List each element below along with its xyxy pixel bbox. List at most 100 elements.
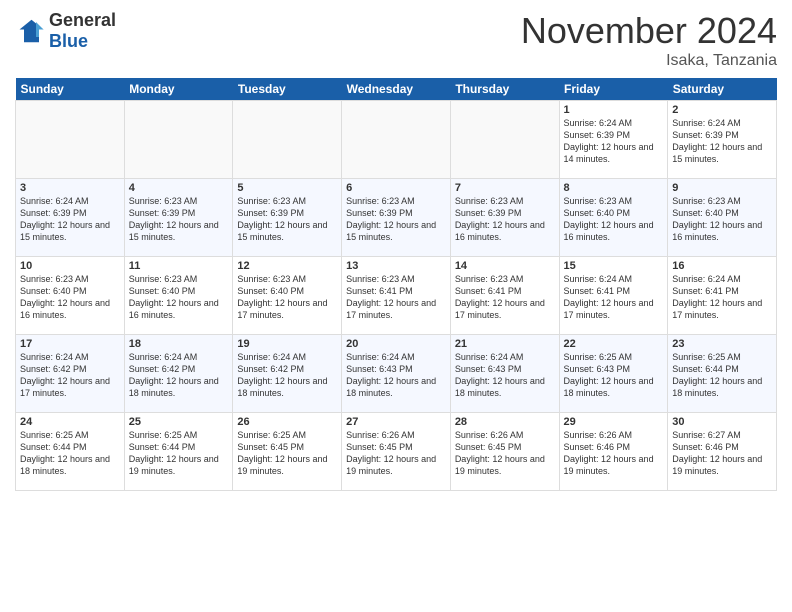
day-info: Sunrise: 6:24 AM Sunset: 6:39 PM Dayligh… <box>564 117 664 166</box>
table-cell: 13Sunrise: 6:23 AM Sunset: 6:41 PM Dayli… <box>342 257 451 335</box>
day-info: Sunrise: 6:25 AM Sunset: 6:44 PM Dayligh… <box>672 351 772 400</box>
day-info: Sunrise: 6:26 AM Sunset: 6:45 PM Dayligh… <box>346 429 446 478</box>
day-info: Sunrise: 6:24 AM Sunset: 6:39 PM Dayligh… <box>672 117 772 166</box>
col-sunday: Sunday <box>16 78 125 101</box>
table-cell: 14Sunrise: 6:23 AM Sunset: 6:41 PM Dayli… <box>450 257 559 335</box>
table-cell: 27Sunrise: 6:26 AM Sunset: 6:45 PM Dayli… <box>342 413 451 491</box>
day-number: 20 <box>346 338 446 350</box>
day-number: 7 <box>455 182 555 194</box>
table-cell: 29Sunrise: 6:26 AM Sunset: 6:46 PM Dayli… <box>559 413 668 491</box>
table-cell: 3Sunrise: 6:24 AM Sunset: 6:39 PM Daylig… <box>16 179 125 257</box>
day-number: 4 <box>129 182 229 194</box>
table-cell: 26Sunrise: 6:25 AM Sunset: 6:45 PM Dayli… <box>233 413 342 491</box>
week-row-2: 3Sunrise: 6:24 AM Sunset: 6:39 PM Daylig… <box>16 179 777 257</box>
table-cell: 30Sunrise: 6:27 AM Sunset: 6:46 PM Dayli… <box>668 413 777 491</box>
day-info: Sunrise: 6:23 AM Sunset: 6:39 PM Dayligh… <box>455 195 555 244</box>
logo-general-text: General <box>49 10 116 31</box>
day-number: 18 <box>129 338 229 350</box>
day-info: Sunrise: 6:25 AM Sunset: 6:45 PM Dayligh… <box>237 429 337 478</box>
table-cell: 28Sunrise: 6:26 AM Sunset: 6:45 PM Dayli… <box>450 413 559 491</box>
table-cell: 5Sunrise: 6:23 AM Sunset: 6:39 PM Daylig… <box>233 179 342 257</box>
table-cell: 15Sunrise: 6:24 AM Sunset: 6:41 PM Dayli… <box>559 257 668 335</box>
location: Isaka, Tanzania <box>521 52 777 70</box>
logo-icon <box>15 16 45 46</box>
week-row-3: 10Sunrise: 6:23 AM Sunset: 6:40 PM Dayli… <box>16 257 777 335</box>
day-info: Sunrise: 6:23 AM Sunset: 6:39 PM Dayligh… <box>346 195 446 244</box>
table-cell <box>342 101 451 179</box>
day-info: Sunrise: 6:23 AM Sunset: 6:40 PM Dayligh… <box>237 273 337 322</box>
day-info: Sunrise: 6:23 AM Sunset: 6:40 PM Dayligh… <box>564 195 664 244</box>
logo-blue-text: Blue <box>49 31 116 52</box>
col-wednesday: Wednesday <box>342 78 451 101</box>
table-cell: 9Sunrise: 6:23 AM Sunset: 6:40 PM Daylig… <box>668 179 777 257</box>
table-cell: 2Sunrise: 6:24 AM Sunset: 6:39 PM Daylig… <box>668 101 777 179</box>
table-cell: 25Sunrise: 6:25 AM Sunset: 6:44 PM Dayli… <box>124 413 233 491</box>
day-number: 5 <box>237 182 337 194</box>
logo: General Blue <box>15 10 116 52</box>
calendar-table: Sunday Monday Tuesday Wednesday Thursday… <box>15 78 777 491</box>
table-cell <box>124 101 233 179</box>
table-cell: 4Sunrise: 6:23 AM Sunset: 6:39 PM Daylig… <box>124 179 233 257</box>
day-info: Sunrise: 6:23 AM Sunset: 6:40 PM Dayligh… <box>20 273 120 322</box>
day-info: Sunrise: 6:25 AM Sunset: 6:44 PM Dayligh… <box>20 429 120 478</box>
day-number: 17 <box>20 338 120 350</box>
day-number: 3 <box>20 182 120 194</box>
day-number: 10 <box>20 260 120 272</box>
week-row-5: 24Sunrise: 6:25 AM Sunset: 6:44 PM Dayli… <box>16 413 777 491</box>
day-info: Sunrise: 6:25 AM Sunset: 6:43 PM Dayligh… <box>564 351 664 400</box>
day-number: 1 <box>564 104 664 116</box>
table-cell <box>16 101 125 179</box>
table-cell: 24Sunrise: 6:25 AM Sunset: 6:44 PM Dayli… <box>16 413 125 491</box>
day-info: Sunrise: 6:24 AM Sunset: 6:39 PM Dayligh… <box>20 195 120 244</box>
table-cell: 18Sunrise: 6:24 AM Sunset: 6:42 PM Dayli… <box>124 335 233 413</box>
day-number: 15 <box>564 260 664 272</box>
day-number: 14 <box>455 260 555 272</box>
week-row-1: 1Sunrise: 6:24 AM Sunset: 6:39 PM Daylig… <box>16 101 777 179</box>
col-saturday: Saturday <box>668 78 777 101</box>
table-cell: 6Sunrise: 6:23 AM Sunset: 6:39 PM Daylig… <box>342 179 451 257</box>
table-cell: 21Sunrise: 6:24 AM Sunset: 6:43 PM Dayli… <box>450 335 559 413</box>
table-cell: 19Sunrise: 6:24 AM Sunset: 6:42 PM Dayli… <box>233 335 342 413</box>
day-number: 9 <box>672 182 772 194</box>
day-info: Sunrise: 6:24 AM Sunset: 6:42 PM Dayligh… <box>237 351 337 400</box>
day-number: 19 <box>237 338 337 350</box>
title-block: November 2024 Isaka, Tanzania <box>521 10 777 70</box>
day-info: Sunrise: 6:23 AM Sunset: 6:40 PM Dayligh… <box>129 273 229 322</box>
day-number: 12 <box>237 260 337 272</box>
day-number: 16 <box>672 260 772 272</box>
week-row-4: 17Sunrise: 6:24 AM Sunset: 6:42 PM Dayli… <box>16 335 777 413</box>
header: General Blue November 2024 Isaka, Tanzan… <box>15 10 777 70</box>
day-number: 13 <box>346 260 446 272</box>
day-number: 26 <box>237 416 337 428</box>
day-info: Sunrise: 6:26 AM Sunset: 6:46 PM Dayligh… <box>564 429 664 478</box>
table-cell: 16Sunrise: 6:24 AM Sunset: 6:41 PM Dayli… <box>668 257 777 335</box>
table-cell <box>233 101 342 179</box>
day-info: Sunrise: 6:24 AM Sunset: 6:42 PM Dayligh… <box>20 351 120 400</box>
table-cell: 1Sunrise: 6:24 AM Sunset: 6:39 PM Daylig… <box>559 101 668 179</box>
table-cell: 7Sunrise: 6:23 AM Sunset: 6:39 PM Daylig… <box>450 179 559 257</box>
day-info: Sunrise: 6:23 AM Sunset: 6:41 PM Dayligh… <box>455 273 555 322</box>
day-info: Sunrise: 6:23 AM Sunset: 6:41 PM Dayligh… <box>346 273 446 322</box>
day-number: 8 <box>564 182 664 194</box>
day-info: Sunrise: 6:24 AM Sunset: 6:43 PM Dayligh… <box>346 351 446 400</box>
day-info: Sunrise: 6:24 AM Sunset: 6:41 PM Dayligh… <box>672 273 772 322</box>
day-number: 23 <box>672 338 772 350</box>
table-cell: 8Sunrise: 6:23 AM Sunset: 6:40 PM Daylig… <box>559 179 668 257</box>
day-info: Sunrise: 6:23 AM Sunset: 6:39 PM Dayligh… <box>129 195 229 244</box>
day-number: 30 <box>672 416 772 428</box>
day-info: Sunrise: 6:27 AM Sunset: 6:46 PM Dayligh… <box>672 429 772 478</box>
table-cell: 23Sunrise: 6:25 AM Sunset: 6:44 PM Dayli… <box>668 335 777 413</box>
day-info: Sunrise: 6:24 AM Sunset: 6:42 PM Dayligh… <box>129 351 229 400</box>
day-info: Sunrise: 6:23 AM Sunset: 6:40 PM Dayligh… <box>672 195 772 244</box>
table-cell: 11Sunrise: 6:23 AM Sunset: 6:40 PM Dayli… <box>124 257 233 335</box>
day-number: 25 <box>129 416 229 428</box>
page: General Blue November 2024 Isaka, Tanzan… <box>0 0 792 612</box>
table-cell: 10Sunrise: 6:23 AM Sunset: 6:40 PM Dayli… <box>16 257 125 335</box>
day-number: 24 <box>20 416 120 428</box>
day-number: 27 <box>346 416 446 428</box>
day-number: 2 <box>672 104 772 116</box>
day-number: 11 <box>129 260 229 272</box>
month-title: November 2024 <box>521 10 777 52</box>
table-cell <box>450 101 559 179</box>
day-info: Sunrise: 6:24 AM Sunset: 6:43 PM Dayligh… <box>455 351 555 400</box>
